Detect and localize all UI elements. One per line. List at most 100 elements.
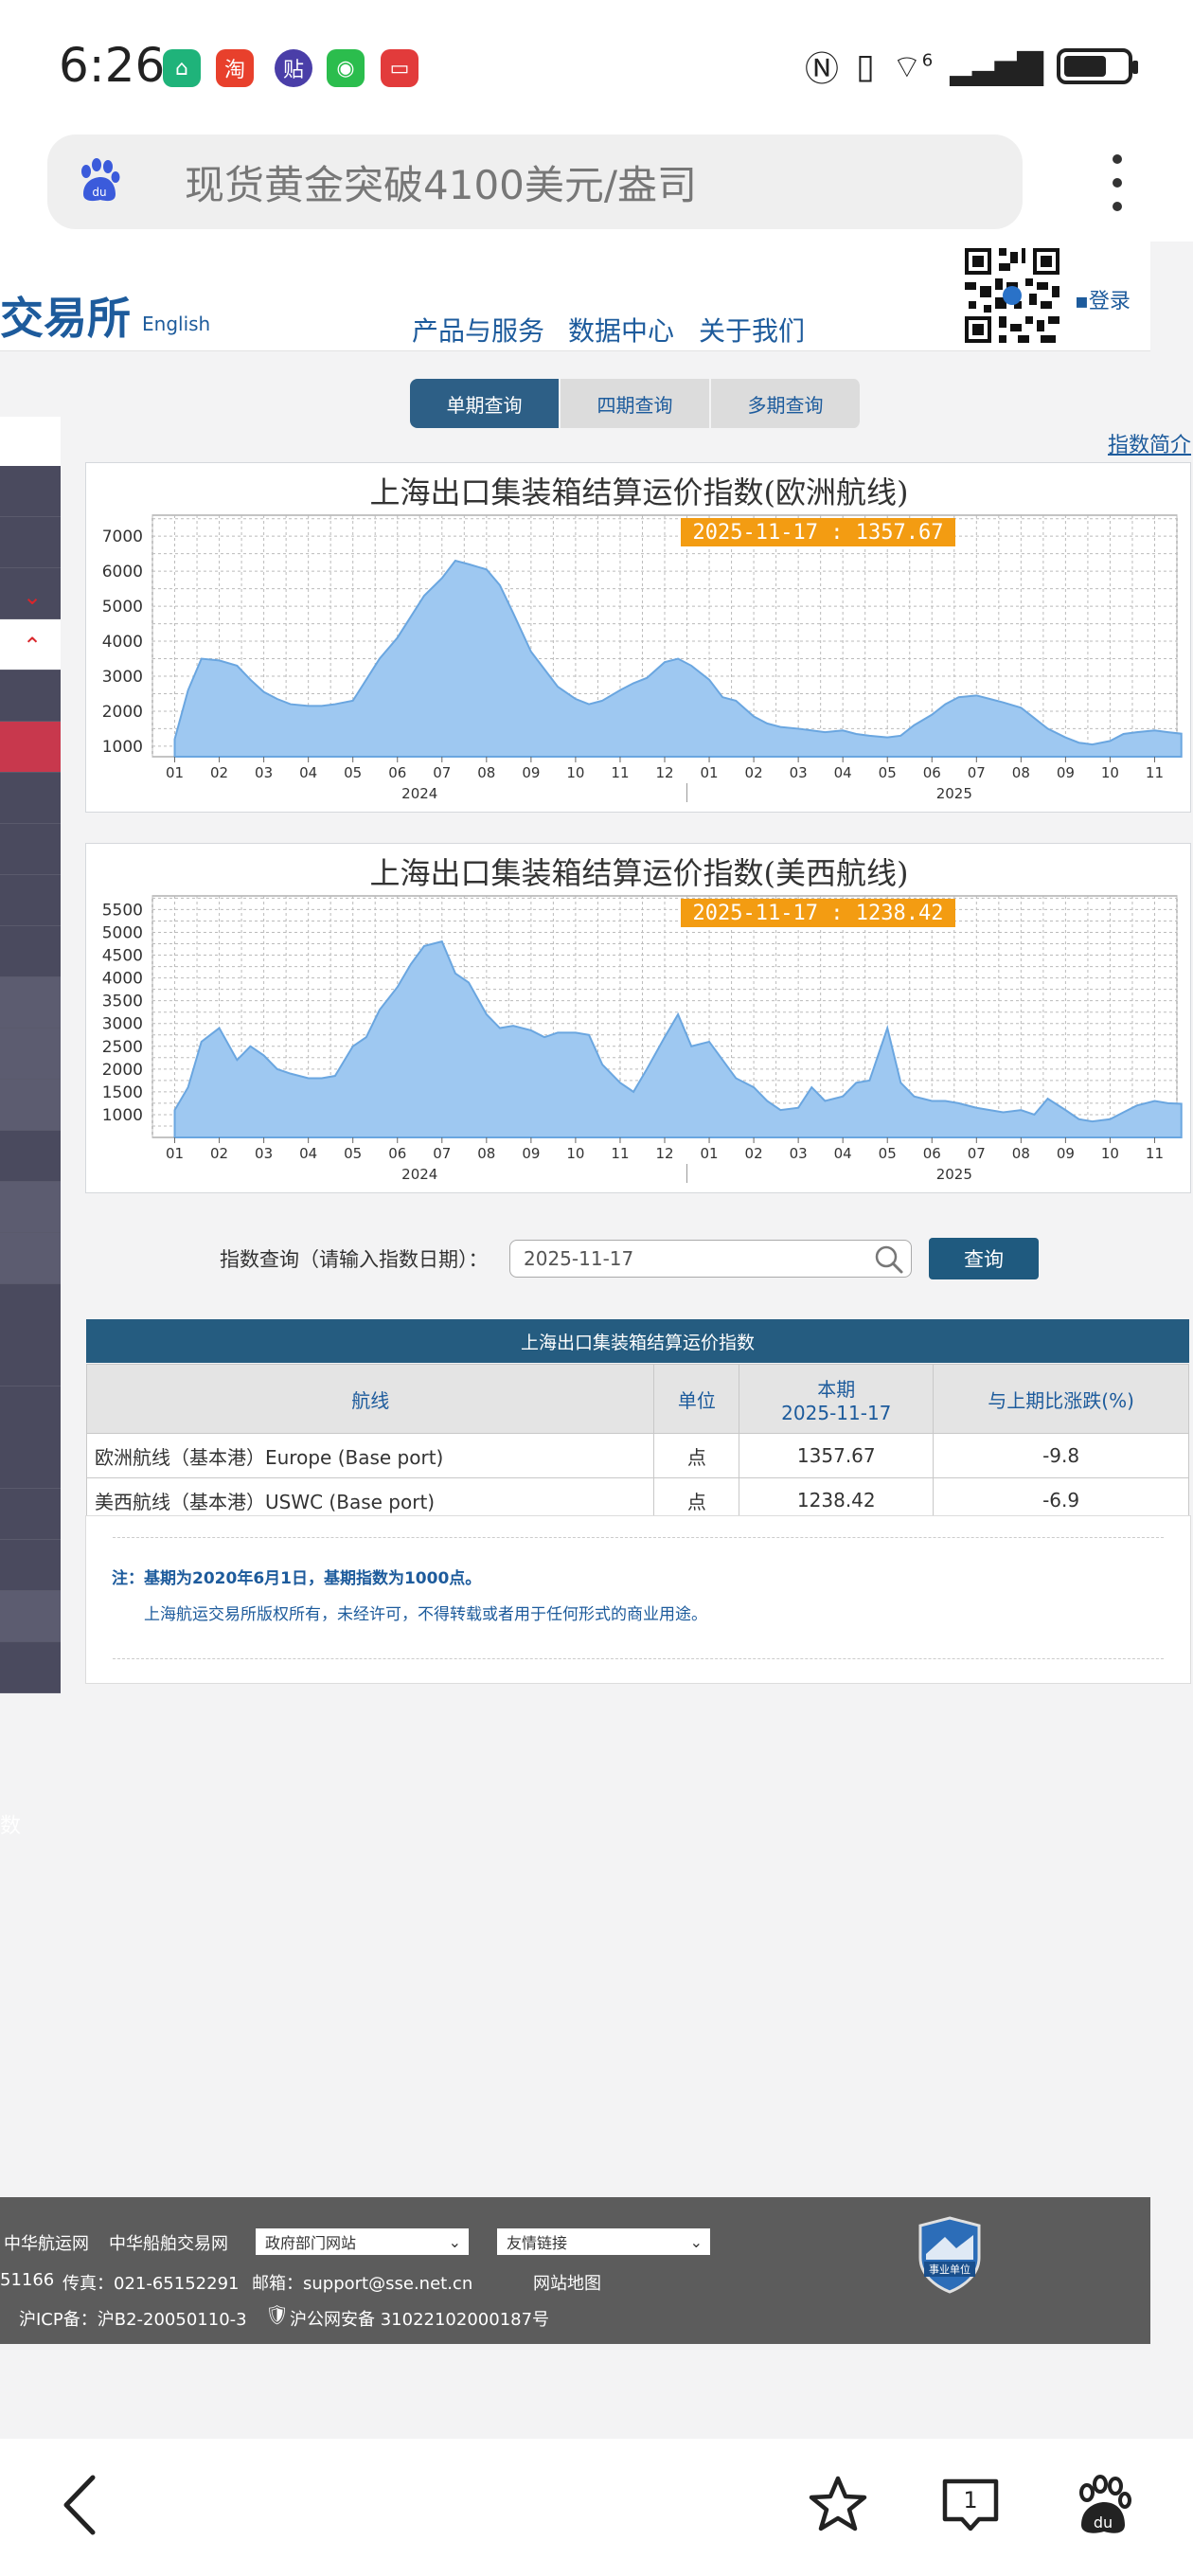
note-base-period: 注：基期为2020年6月1日，基期指数为1000点。	[112, 1569, 482, 1588]
tab-single-period[interactable]: 单期查询	[410, 379, 561, 428]
svg-text:事业单位: 事业单位	[929, 2263, 970, 2276]
x-tick-label: 08	[477, 1145, 495, 1162]
x-tick-label: 01	[166, 764, 184, 781]
address-bar[interactable]: 现货黄金突破4100美元/盎司	[47, 134, 1023, 229]
chevron-down-icon[interactable]: ⌄	[23, 583, 42, 610]
year-label: 2024	[401, 1166, 437, 1183]
x-tick-label: 03	[790, 1145, 808, 1162]
x-tick-label: 05	[344, 764, 362, 781]
nav-data-center[interactable]: 数据中心	[568, 311, 674, 349]
sidebar-menu-item[interactable]	[0, 1080, 61, 1131]
sidebar-menu-item[interactable]	[0, 722, 61, 773]
y-tick-label: 6000	[102, 563, 143, 581]
sidebar-menu-item[interactable]	[0, 1233, 61, 1284]
signal-icon: ▂▃▅▇	[950, 46, 1043, 86]
sidebar-menu-item[interactable]	[0, 1489, 61, 1540]
x-tick-label: 01	[166, 1145, 184, 1162]
chart-europe-svg: 1000 2000 3000 4000 5000 6000 7000 01 02 03 04 05 06…	[102, 514, 1183, 802]
sidebar-menu-item[interactable]	[0, 875, 61, 926]
login-link[interactable]: ▪登录	[1075, 284, 1131, 314]
footer-email[interactable]: 邮箱：support@sse.net.cn	[252, 2270, 472, 2295]
x-tick-label: 10	[1101, 1145, 1119, 1162]
x-tick-label: 06	[923, 764, 941, 781]
browser-menu-button[interactable]	[1098, 154, 1136, 211]
address-text: 现货黄金突破4100美元/盎司	[185, 161, 698, 208]
nav-products[interactable]: 产品与服务	[412, 311, 544, 349]
y-tick-label: 5500	[102, 901, 143, 920]
baidu-home-icon[interactable]: du	[1070, 2472, 1136, 2538]
sidebar-menu-item[interactable]	[0, 1182, 61, 1233]
sidebar-menu-item[interactable]	[0, 1131, 61, 1182]
baidu-paw-icon: du	[81, 158, 120, 202]
cell-change: -9.8	[933, 1433, 1189, 1478]
x-tick-label: 01	[700, 1145, 718, 1162]
query-button[interactable]: 查询	[929, 1238, 1039, 1279]
index-table: 航线 单位 本期 2025-11-17 与上期比涨跌(%) 欧洲航线（基本港）Eu…	[85, 1364, 1189, 1523]
tab-multi-period[interactable]: 多期查询	[711, 379, 862, 428]
sidebar-menu-item[interactable]	[0, 1335, 61, 1386]
y-tick-label: 2000	[102, 703, 143, 722]
y-tick-label: 7000	[102, 528, 143, 546]
x-tick-label: 04	[834, 1145, 852, 1162]
sidebar-menu-item[interactable]	[0, 517, 61, 568]
sidebar-menu-item[interactable]	[0, 466, 61, 517]
app-wechat-icon: ◉	[327, 49, 365, 87]
svg-text:1: 1	[963, 2487, 977, 2513]
sidebar-menu-item[interactable]	[0, 1029, 61, 1080]
back-icon[interactable]	[57, 2472, 104, 2538]
sidebar-menu-item[interactable]	[0, 1540, 61, 1591]
chart-uswc-svg: 1000 1500 2000 2500 3000 3500 4000 4500 5000 5500…	[102, 895, 1183, 1183]
cell-route: 欧洲航线（基本港）Europe (Base port)	[85, 1433, 655, 1478]
star-bookmark-icon[interactable]	[807, 2474, 869, 2536]
qr-code-icon	[961, 244, 1063, 347]
y-tick-label: 2500	[102, 1038, 143, 1057]
date-input[interactable]	[509, 1240, 912, 1278]
tab-four-period[interactable]: 四期查询	[561, 379, 711, 428]
footer-link-shipping[interactable]: 中华航运网	[4, 2230, 89, 2255]
x-tick-label: 12	[655, 764, 673, 781]
y-tick-label: 4500	[102, 947, 143, 966]
sidebar-menu-item[interactable]	[0, 1591, 61, 1642]
footer-link-ship-exchange[interactable]: 中华船舶交易网	[109, 2230, 228, 2255]
sidebar-menu-item[interactable]	[0, 824, 61, 875]
search-icon[interactable]	[873, 1243, 905, 1276]
english-link[interactable]: English	[142, 313, 210, 335]
app-house-icon: ⌂	[163, 49, 201, 87]
chevron-up-icon[interactable]: ⌃	[23, 633, 42, 659]
y-tick-label: 1000	[102, 738, 143, 757]
site-logo[interactable]: 交易所	[0, 284, 131, 347]
footer-police-record[interactable]: 沪公网安备 31022102000187号	[290, 2306, 549, 2331]
sidebar-menu-item[interactable]	[0, 977, 61, 1029]
x-tick-label: 06	[923, 1145, 941, 1162]
y-tick-label: 4000	[102, 970, 143, 989]
public-institution-badge-icon[interactable]: 事业单位	[917, 2216, 983, 2294]
x-tick-label: 08	[477, 764, 495, 781]
x-tick-label: 06	[388, 764, 406, 781]
gov-sites-select[interactable]: 政府部门网站 ⌄	[256, 2228, 469, 2255]
tabs-count-icon[interactable]: 1	[937, 2472, 1004, 2538]
index-intro-link[interactable]: 指数简介	[1108, 428, 1191, 458]
friend-links-select[interactable]: 友情链接 ⌄	[497, 2228, 710, 2255]
footer-sitemap[interactable]: 网站地图	[533, 2270, 601, 2295]
x-tick-label: 03	[255, 1145, 273, 1162]
x-tick-label: 04	[834, 764, 852, 781]
y-tick-label: 3500	[102, 993, 143, 1011]
x-tick-label: 11	[611, 1145, 629, 1162]
footer-fax: 传真：021-65152291	[62, 2274, 240, 2294]
note-divider-bottom	[113, 1658, 1164, 1659]
sidebar-menu-item[interactable]	[0, 1438, 61, 1489]
app-tieba-icon: 贴	[275, 49, 312, 87]
nav-about[interactable]: 关于我们	[699, 311, 805, 349]
x-tick-label: 09	[1057, 764, 1075, 781]
sidebar-menu-item[interactable]	[0, 1642, 61, 1693]
sidebar-menu-item[interactable]	[0, 773, 61, 824]
sidebar-menu-item[interactable]	[0, 671, 61, 722]
chart-panel-uswc: 上海出口集装箱结算运价指数(美西航线) 1000 1500 2000 2500 3000…	[85, 843, 1191, 1193]
table-row: 欧洲航线（基本港）Europe (Base port) 点 1357.67 -9…	[85, 1433, 1189, 1478]
sidebar-menu-item[interactable]	[0, 926, 61, 977]
bottom-nav	[0, 2439, 1193, 2576]
footer-icp[interactable]: 沪ICP备：沪B2-20050110-3	[19, 2306, 247, 2331]
x-tick-label: 11	[1146, 764, 1164, 781]
x-tick-label: 07	[968, 1145, 986, 1162]
x-tick-label: 12	[655, 1145, 673, 1162]
